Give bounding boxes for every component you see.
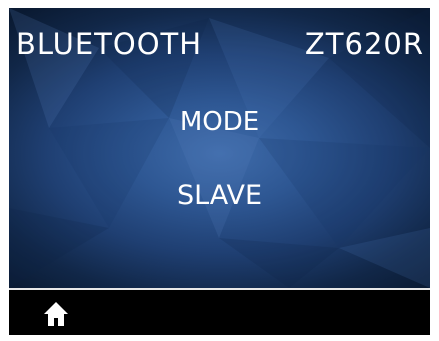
- footer-bar: [9, 290, 430, 335]
- home-button[interactable]: [43, 301, 69, 327]
- setting-value[interactable]: SLAVE: [9, 182, 430, 209]
- home-icon: [44, 302, 68, 326]
- main-panel: BLUETOOTH ZT620R MODE SLAVE: [9, 8, 430, 288]
- printer-model: ZT620R: [304, 27, 424, 61]
- menu-title: BLUETOOTH: [16, 27, 203, 61]
- printer-display: BLUETOOTH ZT620R MODE SLAVE: [9, 8, 430, 335]
- setting-name: MODE: [179, 107, 260, 137]
